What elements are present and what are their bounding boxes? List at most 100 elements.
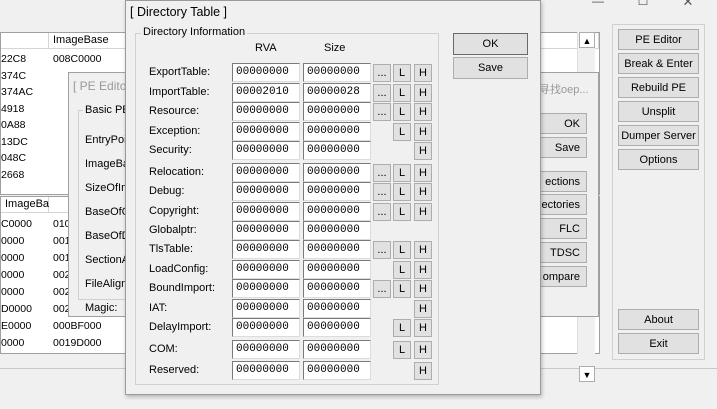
save-button[interactable]: Save — [453, 57, 528, 79]
browse-button[interactable]: ... — [373, 164, 391, 182]
h-button[interactable]: H — [414, 362, 432, 380]
l-button[interactable]: L — [393, 241, 411, 259]
l-button[interactable]: L — [393, 123, 411, 141]
l-button[interactable]: L — [393, 203, 411, 221]
table-cell[interactable]: 0000 — [1, 337, 24, 349]
h-button[interactable]: H — [414, 64, 432, 82]
close-icon[interactable]: ✕ — [678, 0, 698, 9]
browse-button[interactable]: ... — [373, 84, 391, 102]
size-field[interactable]: 00000000 — [303, 202, 371, 221]
browse-button[interactable]: ... — [373, 280, 391, 298]
rva-field[interactable]: 00000000 — [232, 122, 300, 141]
h-button[interactable]: H — [414, 300, 432, 318]
right-panel-button[interactable]: Break & Enter — [618, 53, 699, 74]
right-panel-button[interactable]: PE Editor — [618, 29, 699, 50]
column-header-a[interactable] — [1, 33, 49, 49]
h-button[interactable]: H — [414, 123, 432, 141]
rva-field[interactable]: 00000000 — [232, 63, 300, 82]
size-field[interactable]: 00000000 — [303, 102, 371, 121]
size-field[interactable]: 00000000 — [303, 122, 371, 141]
table-cell[interactable]: 13DC — [1, 136, 28, 148]
table-cell[interactable]: 0000 — [1, 286, 24, 298]
size-field[interactable]: 00000000 — [303, 340, 371, 359]
h-button[interactable]: H — [414, 103, 432, 121]
column-header-imagebase-2[interactable]: ImageBase — [1, 197, 61, 213]
size-field[interactable]: 00000000 — [303, 361, 371, 380]
bottom-panel-button[interactable]: About — [618, 309, 699, 330]
right-panel-button[interactable]: Rebuild PE — [618, 77, 699, 98]
h-button[interactable]: H — [414, 280, 432, 298]
rva-field[interactable]: 00000000 — [232, 202, 300, 221]
browse-button[interactable]: ... — [373, 103, 391, 121]
browse-button[interactable]: ... — [373, 241, 391, 259]
size-field[interactable]: 00000000 — [303, 318, 371, 337]
l-button[interactable]: L — [393, 103, 411, 121]
bottom-panel-button[interactable]: Exit — [618, 333, 699, 354]
table-cell[interactable]: E0000 — [1, 320, 31, 332]
table-cell[interactable]: 008C0000 — [53, 53, 101, 65]
minimize-icon[interactable]: — — [588, 0, 608, 8]
rva-field[interactable]: 00000000 — [232, 260, 300, 279]
maximize-icon[interactable]: ☐ — [633, 0, 653, 8]
size-field[interactable]: 00000000 — [303, 182, 371, 201]
rva-field[interactable]: 00000000 — [232, 299, 300, 318]
size-field[interactable]: 00000000 — [303, 141, 371, 160]
scroll-up-icon[interactable]: ▲ — [579, 32, 595, 48]
table-cell[interactable]: C0000 — [1, 218, 32, 230]
rva-field[interactable]: 00000000 — [232, 141, 300, 160]
table-cell[interactable]: 0000 — [1, 252, 24, 264]
rva-field[interactable]: 00000000 — [232, 240, 300, 259]
l-button[interactable]: L — [393, 261, 411, 279]
table-cell[interactable]: 0000 — [1, 235, 24, 247]
size-field[interactable]: 00000000 — [303, 279, 371, 298]
right-panel-button[interactable]: Dumper Server — [618, 125, 699, 146]
scroll-down-icon[interactable]: ▼ — [579, 366, 595, 382]
rva-field[interactable]: 00000000 — [232, 318, 300, 337]
l-button[interactable]: L — [393, 183, 411, 201]
size-field[interactable]: 00000028 — [303, 83, 371, 102]
h-button[interactable]: H — [414, 261, 432, 279]
right-panel-button[interactable]: Options — [618, 149, 699, 170]
l-button[interactable]: L — [393, 280, 411, 298]
h-button[interactable]: H — [414, 84, 432, 102]
rva-field[interactable]: 00000000 — [232, 340, 300, 359]
l-button[interactable]: L — [393, 341, 411, 359]
table-cell[interactable]: 048C — [1, 152, 26, 164]
size-field[interactable]: 00000000 — [303, 299, 371, 318]
l-button[interactable]: L — [393, 84, 411, 102]
size-field[interactable]: 00000000 — [303, 260, 371, 279]
h-button[interactable]: H — [414, 241, 432, 259]
size-field[interactable]: 00000000 — [303, 240, 371, 259]
rva-field[interactable]: 00000000 — [232, 221, 300, 240]
table-cell[interactable]: 374C — [1, 70, 26, 82]
browse-button[interactable]: ... — [373, 64, 391, 82]
table-cell[interactable]: D0000 — [1, 303, 32, 315]
rva-field[interactable]: 00002010 — [232, 83, 300, 102]
h-button[interactable]: H — [414, 164, 432, 182]
table-cell[interactable]: 0019D000 — [53, 337, 101, 349]
rva-field[interactable]: 00000000 — [232, 102, 300, 121]
h-button[interactable]: H — [414, 142, 432, 160]
rva-field[interactable]: 00000000 — [232, 279, 300, 298]
column-header-imagebase[interactable]: ImageBase — [49, 33, 129, 49]
h-button[interactable]: H — [414, 319, 432, 337]
table-cell[interactable]: 4918 — [1, 103, 24, 115]
h-button[interactable]: H — [414, 183, 432, 201]
size-field[interactable]: 00000000 — [303, 63, 371, 82]
table-cell[interactable]: 2668 — [1, 169, 24, 181]
l-button[interactable]: L — [393, 319, 411, 337]
l-button[interactable]: L — [393, 64, 411, 82]
size-field[interactable]: 00000000 — [303, 221, 371, 240]
h-button[interactable]: H — [414, 341, 432, 359]
size-field[interactable]: 00000000 — [303, 163, 371, 182]
table-cell[interactable]: 22C8 — [1, 53, 26, 65]
browse-button[interactable]: ... — [373, 183, 391, 201]
rva-field[interactable]: 00000000 — [232, 182, 300, 201]
h-button[interactable]: H — [414, 203, 432, 221]
ok-button[interactable]: OK — [453, 33, 528, 55]
browse-button[interactable]: ... — [373, 203, 391, 221]
rva-field[interactable]: 00000000 — [232, 163, 300, 182]
table-cell[interactable]: 374AC — [1, 86, 33, 98]
table-cell[interactable]: 0A88 — [1, 119, 26, 131]
rva-field[interactable]: 00000000 — [232, 361, 300, 380]
